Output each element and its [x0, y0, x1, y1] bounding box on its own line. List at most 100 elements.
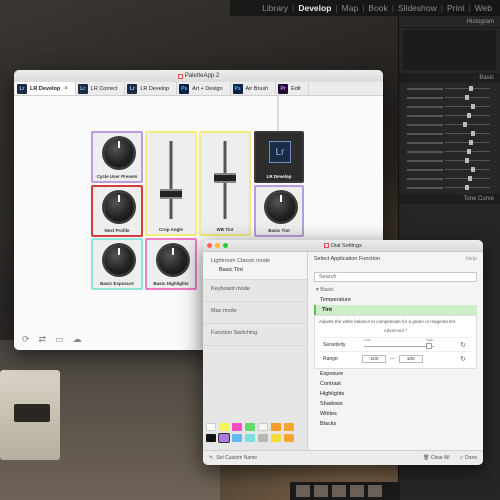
- module-library[interactable]: Library: [258, 3, 292, 13]
- function-shadows[interactable]: Shadows: [314, 399, 477, 409]
- tile-label: Basic Exposure: [100, 281, 134, 286]
- module-map[interactable]: Map: [338, 3, 363, 13]
- cloud-icon[interactable]: ☁: [73, 334, 82, 345]
- tone-curve-header[interactable]: Tone Curve: [399, 194, 500, 204]
- close-tab-icon[interactable]: ×: [64, 86, 68, 92]
- pencil-icon: ✎: [209, 455, 214, 461]
- tile-basic-highlights[interactable]: Basic Highlights: [145, 238, 197, 290]
- range-min-input[interactable]: -100: [361, 354, 386, 363]
- film-thumb[interactable]: [314, 485, 328, 497]
- color-swatch[interactable]: [258, 434, 268, 442]
- function-description: Adjusts the white balance to compensate …: [319, 319, 457, 324]
- tile-basic-exposure[interactable]: Basic Exposure: [91, 238, 143, 290]
- sync-icon[interactable]: ⇄: [39, 334, 47, 345]
- color-swatch[interactable]: [271, 434, 281, 442]
- dial-knob[interactable]: [104, 192, 134, 222]
- tab-edit[interactable]: Pr Edit: [276, 82, 309, 95]
- dial-knob[interactable]: [158, 245, 188, 275]
- color-swatch[interactable]: [271, 423, 281, 431]
- color-swatch[interactable]: [206, 434, 216, 442]
- paletteapp-titlebar[interactable]: PaletteApp 2: [14, 70, 383, 82]
- tile-lr-develop-core[interactable]: Lr LR Develop: [254, 131, 304, 183]
- sensitivity-knob[interactable]: [425, 342, 432, 349]
- settings-titlebar[interactable]: Dial Settings: [203, 240, 483, 252]
- rotate-icon[interactable]: ⟳: [22, 334, 30, 345]
- tile-crop-angle-slider[interactable]: Crop Angle: [145, 131, 197, 236]
- function-blacks[interactable]: Blacks: [314, 419, 477, 429]
- sensitivity-slider[interactable]: Low High: [363, 337, 434, 349]
- set-custom-name-button[interactable]: Set Custom Name: [216, 455, 257, 461]
- function-tint-selected[interactable]: Tint: [314, 305, 477, 315]
- color-swatch[interactable]: [232, 423, 242, 431]
- advanced-toggle[interactable]: Advanced ^: [319, 324, 472, 337]
- module-web[interactable]: Web: [471, 3, 496, 13]
- dial-knob[interactable]: [104, 245, 134, 275]
- slider-knob[interactable]: [214, 173, 236, 183]
- function-exposure[interactable]: Exposure: [314, 369, 477, 379]
- color-swatch[interactable]: [219, 423, 229, 431]
- palette-logo-icon: [177, 73, 183, 79]
- histogram-header[interactable]: Histogram: [399, 16, 500, 28]
- sensitivity-row: Sensitivity Low High ↻: [319, 337, 472, 351]
- film-thumb[interactable]: [350, 485, 364, 497]
- module-slideshow[interactable]: Slideshow: [394, 3, 441, 13]
- module-develop[interactable]: Develop: [294, 3, 335, 13]
- function-detail-panel: Adjusts the white balance to compensate …: [314, 315, 477, 369]
- help-link[interactable]: Help: [466, 256, 477, 262]
- module-print[interactable]: Print: [443, 3, 468, 13]
- zoom-window-icon[interactable]: [223, 243, 228, 248]
- color-swatch[interactable]: [284, 434, 294, 442]
- sensitivity-label: Sensitivity: [323, 341, 346, 348]
- color-swatch[interactable]: [245, 434, 255, 442]
- film-thumb[interactable]: [368, 485, 382, 497]
- film-thumb[interactable]: [332, 485, 346, 497]
- reset-range-icon[interactable]: ↻: [460, 355, 466, 363]
- color-swatch[interactable]: [206, 423, 216, 431]
- filmstrip: [290, 482, 400, 500]
- tile-label: Crop Angle: [158, 227, 184, 232]
- reset-sensitivity-icon[interactable]: ↻: [460, 341, 466, 349]
- mode-mac[interactable]: Mac mode: [203, 302, 307, 324]
- color-swatch[interactable]: [245, 423, 255, 431]
- close-window-icon[interactable]: [207, 243, 212, 248]
- tile-basic-tint[interactable]: Basic Tint: [254, 185, 304, 237]
- range-max-input[interactable]: 100: [398, 354, 423, 363]
- color-swatch[interactable]: [232, 434, 242, 442]
- tile-label: WB Tint: [216, 227, 234, 232]
- color-swatch-selected[interactable]: [219, 434, 229, 442]
- module-book[interactable]: Book: [364, 3, 391, 13]
- sens-high-label: High: [425, 337, 434, 342]
- slider-knob[interactable]: [160, 189, 182, 199]
- tab-label: LR Develop: [140, 85, 170, 92]
- mode-lightroom-classic[interactable]: Lightroom Classic mode Basic Tint: [203, 252, 307, 280]
- done-button[interactable]: ✓ Done: [459, 455, 477, 461]
- tab-lr-develop-2[interactable]: Lr LR Develop: [125, 82, 178, 95]
- mode-keyboard[interactable]: Keyboard mode: [203, 280, 307, 302]
- function-whites[interactable]: Whites: [314, 409, 477, 419]
- tab-art-design[interactable]: Ps Art + Design: [177, 82, 231, 95]
- mode-function-switching[interactable]: Function Switching: [203, 324, 307, 346]
- tile-cycle-user-presets[interactable]: Cycle User Presets: [91, 131, 143, 183]
- color-swatch[interactable]: [284, 423, 294, 431]
- function-search-input[interactable]: Search: [314, 272, 477, 282]
- function-panel: Select Application Function Help Search …: [308, 252, 483, 450]
- folder-icon[interactable]: ▭: [55, 334, 64, 345]
- range-row: Range -100 — 100 ↻: [319, 351, 472, 365]
- film-thumb[interactable]: [296, 485, 310, 497]
- dial-knob[interactable]: [104, 138, 134, 168]
- basic-header[interactable]: Basic: [399, 73, 500, 83]
- minimize-window-icon[interactable]: [215, 243, 220, 248]
- tile-wb-tint-slider[interactable]: WB Tint: [199, 131, 251, 236]
- tab-lr-develop[interactable]: Lr LR Develop ×: [15, 82, 76, 95]
- slider-track: [169, 141, 173, 219]
- tab-air-brush[interactable]: Ps Air Brush: [231, 82, 277, 95]
- function-highlights[interactable]: Highlights: [314, 389, 477, 399]
- group-basic[interactable]: ▾ Basic: [314, 285, 477, 295]
- function-temperature[interactable]: Temperature: [314, 295, 477, 305]
- tab-lr-correct[interactable]: Lr LR Correct: [76, 82, 126, 95]
- color-swatch[interactable]: [258, 423, 268, 431]
- clear-all-button[interactable]: 🗑 Clear All: [423, 455, 449, 461]
- function-contrast[interactable]: Contrast: [314, 379, 477, 389]
- tile-next-profile[interactable]: Next Profile: [91, 185, 143, 237]
- dial-knob[interactable]: [266, 192, 296, 222]
